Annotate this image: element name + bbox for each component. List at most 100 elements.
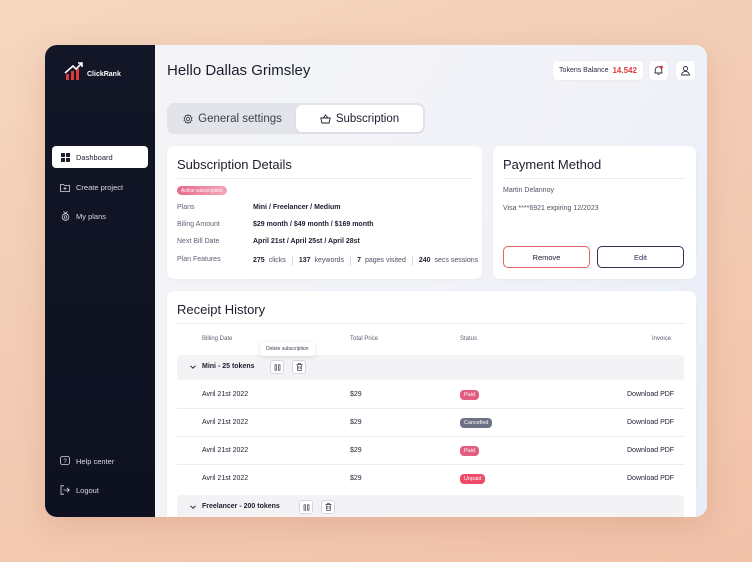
status-badge: Active subscription: [177, 186, 227, 195]
feature-number: 240: [418, 257, 431, 264]
sidebar-item-label: Logout: [76, 485, 99, 495]
download-pdf-link[interactable]: Download PDF: [627, 391, 674, 398]
column-header-billing-date: Billing Date: [202, 336, 233, 342]
table-row: Avril 21st 2022 $29 Unpaid Download PDF: [177, 465, 684, 492]
table-row: Avril 21st 2022 $29 Paid Download PDF: [177, 381, 684, 408]
detail-label: Biling Amount: [177, 221, 220, 228]
column-header-invoice: Invoice: [652, 336, 672, 342]
tokens-balance: Tokens Balance 14.542: [552, 60, 644, 81]
bell-icon: [654, 65, 663, 75]
feature-number: 137: [298, 257, 311, 264]
sidebar: ClickRank Dashboard Create project My pl…: [45, 45, 155, 517]
chevron-down-icon[interactable]: [189, 503, 197, 511]
detail-row-billing-amount: Biling Amount $29 month / $49 month / $1…: [177, 221, 374, 228]
divider: [177, 323, 686, 324]
tab-label: General settings: [198, 112, 282, 125]
status-badge: Cancelled: [460, 418, 493, 428]
pause-icon: [274, 363, 280, 371]
divider: [503, 178, 686, 179]
remove-button[interactable]: Remove: [503, 246, 590, 268]
profile-button[interactable]: [675, 60, 696, 81]
sidebar-item-label: Dashboard: [76, 152, 113, 162]
subscription-details-card: Subscription Details Active subscription…: [167, 146, 482, 279]
detail-label: Plans: [177, 204, 195, 211]
card-info: Visa ****6921 expiring 12/2023: [503, 205, 599, 212]
card-title: Payment Method: [503, 157, 602, 172]
detail-row-plan-features: Plan Features 275 clicks 137 keywords 7 pag…: [177, 256, 478, 265]
detail-value: April 21st / April 25st / April 28st: [253, 238, 360, 245]
logout-icon: [60, 485, 70, 495]
brand-logo[interactable]: ClickRank: [64, 61, 121, 81]
detail-value: Mini / Freelancer / Medium: [253, 204, 341, 211]
feature-text: keywords: [314, 257, 345, 264]
group-label: Freelancer - 200 tokens: [202, 503, 280, 510]
sidebar-item-dashboard[interactable]: Dashboard: [52, 146, 148, 168]
total-price: $29: [350, 391, 362, 398]
main-content: Hello Dallas Grimsley Tokens Balance 14.…: [155, 45, 707, 517]
notifications-button[interactable]: [648, 60, 669, 81]
detail-value: $29 month / $49 month / $169 month: [253, 221, 374, 228]
detail-label: Plan Features: [177, 256, 221, 263]
sidebar-item-label: Create project: [76, 182, 124, 192]
payment-method-card: Payment Method Martin Delannoy Visa ****…: [493, 146, 696, 279]
pause-icon: [303, 503, 309, 511]
delete-subscription-button[interactable]: [321, 500, 335, 514]
pause-subscription-button[interactable]: [299, 500, 313, 514]
download-pdf-link[interactable]: Download PDF: [627, 475, 674, 482]
trash-icon: [296, 363, 302, 371]
receipt-group-mini[interactable]: Mini - 25 tokens: [177, 355, 684, 380]
divider: [177, 178, 472, 179]
brand-name: ClickRank: [87, 71, 121, 78]
sidebar-item-label: My plans: [76, 211, 107, 221]
divider: [291, 256, 293, 265]
tab-label: Subscription: [335, 112, 400, 125]
sidebar-item-logout[interactable]: Logout: [52, 479, 148, 501]
detail-label: Next Bill Date: [177, 238, 220, 245]
status-badge: Unpaid: [460, 474, 486, 484]
billing-date: Avril 21st 2022: [202, 419, 249, 426]
sidebar-item-help-center[interactable]: ? Help center: [52, 450, 148, 472]
feature-text: secs sessions: [434, 257, 479, 264]
edit-button[interactable]: Edit: [597, 246, 684, 268]
basket-icon: [320, 113, 331, 123]
detail-row-next-bill-date: Next Bill Date April 21st / April 25st /…: [177, 238, 360, 245]
receipt-history-card: Receipt History Billing Date Total Price…: [167, 291, 696, 517]
sidebar-item-my-plans[interactable]: My plans: [52, 205, 148, 227]
logo-icon: [64, 62, 83, 80]
trash-icon: [325, 503, 331, 511]
settings-tabs: General settings Subscription: [167, 103, 425, 134]
billing-date: Avril 21st 2022: [202, 447, 249, 454]
help-icon: ?: [60, 456, 70, 466]
delete-subscription-tooltip: Delete subscription: [260, 342, 315, 356]
divider: [411, 256, 413, 265]
status-badge: Paid: [460, 446, 480, 456]
tab-general-settings[interactable]: General settings: [169, 105, 296, 132]
total-price: $29: [350, 447, 362, 454]
tokens-label: Tokens Balance: [559, 67, 609, 74]
feature-text: clicks: [268, 257, 286, 264]
group-label: Mini - 25 tokens: [202, 363, 255, 370]
divider: [350, 256, 352, 265]
folder-plus-icon: [60, 182, 70, 192]
grid-icon: [60, 152, 70, 162]
column-header-status: Status: [460, 336, 478, 342]
total-price: $29: [350, 419, 362, 426]
pause-subscription-button[interactable]: [270, 360, 284, 374]
billing-date: Avril 21st 2022: [202, 391, 249, 398]
download-pdf-link[interactable]: Download PDF: [627, 419, 674, 426]
delete-subscription-button[interactable]: [292, 360, 306, 374]
status-badge: Paid: [460, 390, 480, 400]
card-title: Receipt History: [177, 302, 266, 317]
user-icon: [681, 66, 690, 76]
tab-subscription[interactable]: Subscription: [296, 105, 423, 132]
tokens-value: 14.542: [612, 66, 637, 75]
receipt-group-freelancer[interactable]: Freelancer - 200 tokens: [177, 495, 684, 517]
medal-icon: [60, 211, 70, 221]
download-pdf-link[interactable]: Download PDF: [627, 447, 674, 454]
billing-date: Avril 21st 2022: [202, 475, 249, 482]
chevron-down-icon[interactable]: [189, 363, 197, 371]
feature-number: 275: [253, 257, 265, 264]
sidebar-item-label: Help center: [76, 456, 115, 466]
column-header-total-price: Total Price: [350, 336, 379, 342]
sidebar-item-create-project[interactable]: Create project: [52, 176, 148, 198]
